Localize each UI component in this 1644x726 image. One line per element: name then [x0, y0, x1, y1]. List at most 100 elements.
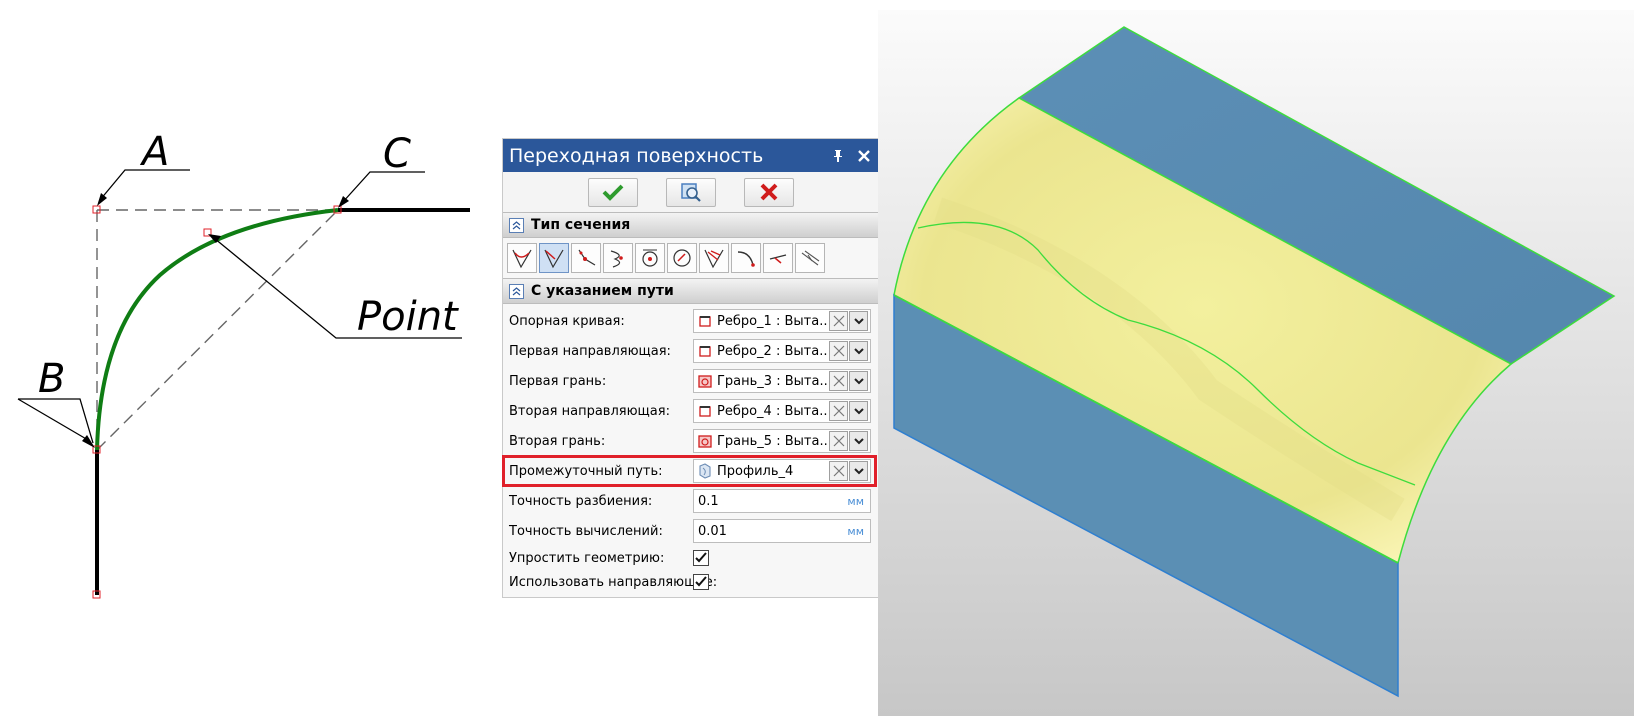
section-type-8[interactable]: [731, 243, 761, 273]
section-type-icon: [544, 249, 564, 269]
section-type-3[interactable]: [571, 243, 601, 273]
field-row-split-accuracy: Точность разбиения: 0.1 мм: [503, 486, 879, 516]
first-guide-field[interactable]: Ребро_2 : Выта...: [693, 339, 871, 363]
panel-titlebar: Переходная поверхность: [503, 139, 879, 172]
section-type-icon: [737, 251, 755, 267]
field-value: Грань_5 : Выта...: [717, 433, 827, 449]
unit-label: мм: [847, 524, 864, 538]
section-type-10[interactable]: [795, 243, 825, 273]
leader-b-2: [17, 398, 89, 441]
field-value: Ребро_2 : Выта...: [717, 343, 827, 359]
clear-icon[interactable]: [829, 311, 848, 331]
section-type-9[interactable]: [763, 243, 793, 273]
input-value: 0.1: [698, 493, 719, 509]
transition-surface-panel: Переходная поверхность Тип сечения С ука…: [502, 138, 880, 598]
section-header-path[interactable]: С указанием пути: [503, 278, 879, 304]
clear-icon[interactable]: [829, 371, 848, 391]
section-type-icon: [801, 250, 820, 266]
chevron-down-icon[interactable]: [849, 461, 868, 481]
sketch-drawing: A C B Point: [17, 129, 470, 599]
unit-label: мм: [847, 494, 864, 508]
section-header-type[interactable]: Тип сечения: [503, 212, 879, 238]
field-value: Ребро_4 : Выта...: [717, 403, 827, 419]
section-type-icon: [673, 249, 691, 267]
field-label: Точность вычислений:: [509, 523, 663, 539]
field-row-reference-curve: Опорная кривая: Ребро_1 : Выта...: [503, 306, 879, 336]
face-icon: [698, 375, 712, 388]
checkmark-icon: [695, 576, 707, 587]
field-label: Опорная кривая:: [509, 313, 625, 329]
field-label: Вторая грань:: [509, 433, 606, 449]
field-label: Упростить геометрию:: [509, 550, 665, 566]
section-type-toolbar: [503, 238, 879, 278]
section-type-7[interactable]: [699, 243, 729, 273]
cancel-button[interactable]: [744, 177, 794, 207]
section-type-icon: [704, 249, 724, 269]
field-label: Использовать направляющие:: [509, 574, 718, 590]
clear-icon[interactable]: [829, 341, 848, 361]
chevron-up-icon[interactable]: [509, 283, 524, 299]
leader-a-arrow: [97, 193, 107, 206]
ok-button[interactable]: [588, 177, 638, 207]
profile-icon: [699, 463, 711, 479]
clear-icon[interactable]: [829, 401, 848, 421]
section-type-icon: [512, 249, 532, 269]
preview-button[interactable]: [666, 177, 716, 207]
section-type-6[interactable]: [667, 243, 697, 273]
field-row-first-guide: Первая направляющая: Ребро_2 : Выта...: [503, 336, 879, 366]
section-type-5[interactable]: [635, 243, 665, 273]
calc-accuracy-input[interactable]: 0.01 мм: [693, 519, 871, 543]
field-label: Точность разбиения:: [509, 493, 653, 509]
edge-icon: [699, 406, 711, 417]
field-row-simplify: Упростить геометрию:: [503, 546, 879, 570]
chevron-down-icon[interactable]: [849, 311, 868, 331]
input-value: 0.01: [698, 523, 727, 539]
first-face-field[interactable]: Грань_3 : Выта...: [693, 369, 871, 393]
second-guide-field[interactable]: Ребро_4 : Выта...: [693, 399, 871, 423]
field-label: Первая грань:: [509, 373, 607, 389]
3d-viewport[interactable]: [878, 10, 1634, 716]
second-face-field[interactable]: Грань_5 : Выта...: [693, 429, 871, 453]
simplify-checkbox[interactable]: [693, 550, 709, 566]
checkmark-icon: [602, 184, 624, 201]
intermediate-path-field[interactable]: Профиль_4: [693, 459, 871, 483]
split-accuracy-input[interactable]: 0.1 мм: [693, 489, 871, 513]
field-label: Первая направляющая:: [509, 343, 671, 359]
section-type-icon: [610, 250, 623, 268]
checkmark-icon: [695, 552, 707, 563]
section-type-1[interactable]: [507, 243, 537, 273]
label-a: A: [139, 129, 169, 175]
label-b: B: [38, 356, 65, 402]
face-icon: [698, 435, 712, 448]
field-value: Профиль_4: [717, 463, 794, 479]
chevron-down-icon[interactable]: [849, 341, 868, 361]
use-guides-checkbox[interactable]: [693, 574, 709, 590]
field-row-second-guide: Вторая направляющая: Ребро_4 : Выта...: [503, 396, 879, 426]
field-label: Вторая направляющая:: [509, 403, 670, 419]
field-row-first-face: Первая грань: Грань_3 : Выта...: [503, 366, 879, 396]
pin-icon[interactable]: [827, 145, 849, 167]
reference-curve-field[interactable]: Ребро_1 : Выта...: [693, 309, 871, 333]
field-value: Ребро_1 : Выта...: [717, 313, 827, 329]
clear-icon[interactable]: [829, 461, 848, 481]
edge-icon: [699, 346, 711, 357]
close-icon[interactable]: [853, 145, 875, 167]
cross-icon: [760, 183, 778, 201]
section-type-icon: [642, 249, 658, 267]
action-toolbar: [503, 172, 879, 212]
panel-title: Переходная поверхность: [509, 144, 764, 167]
section-type-2[interactable]: [539, 243, 569, 273]
field-label: Промежуточный путь:: [509, 463, 663, 479]
field-row-calc-accuracy: Точность вычислений: 0.01 мм: [503, 516, 879, 546]
chevron-up-icon[interactable]: [509, 217, 524, 233]
section-type-icon: [769, 254, 787, 264]
chevron-down-icon[interactable]: [849, 371, 868, 391]
section-type-4[interactable]: [603, 243, 633, 273]
clear-icon[interactable]: [829, 431, 848, 451]
field-row-second-face: Вторая грань: Грань_5 : Выта...: [503, 426, 879, 456]
field-row-intermediate-path: Промежуточный путь: Профиль_4: [502, 455, 879, 487]
label-point: Point: [357, 294, 459, 340]
chevron-down-icon[interactable]: [849, 431, 868, 451]
field-value: Грань_3 : Выта...: [717, 373, 827, 389]
chevron-down-icon[interactable]: [849, 401, 868, 421]
